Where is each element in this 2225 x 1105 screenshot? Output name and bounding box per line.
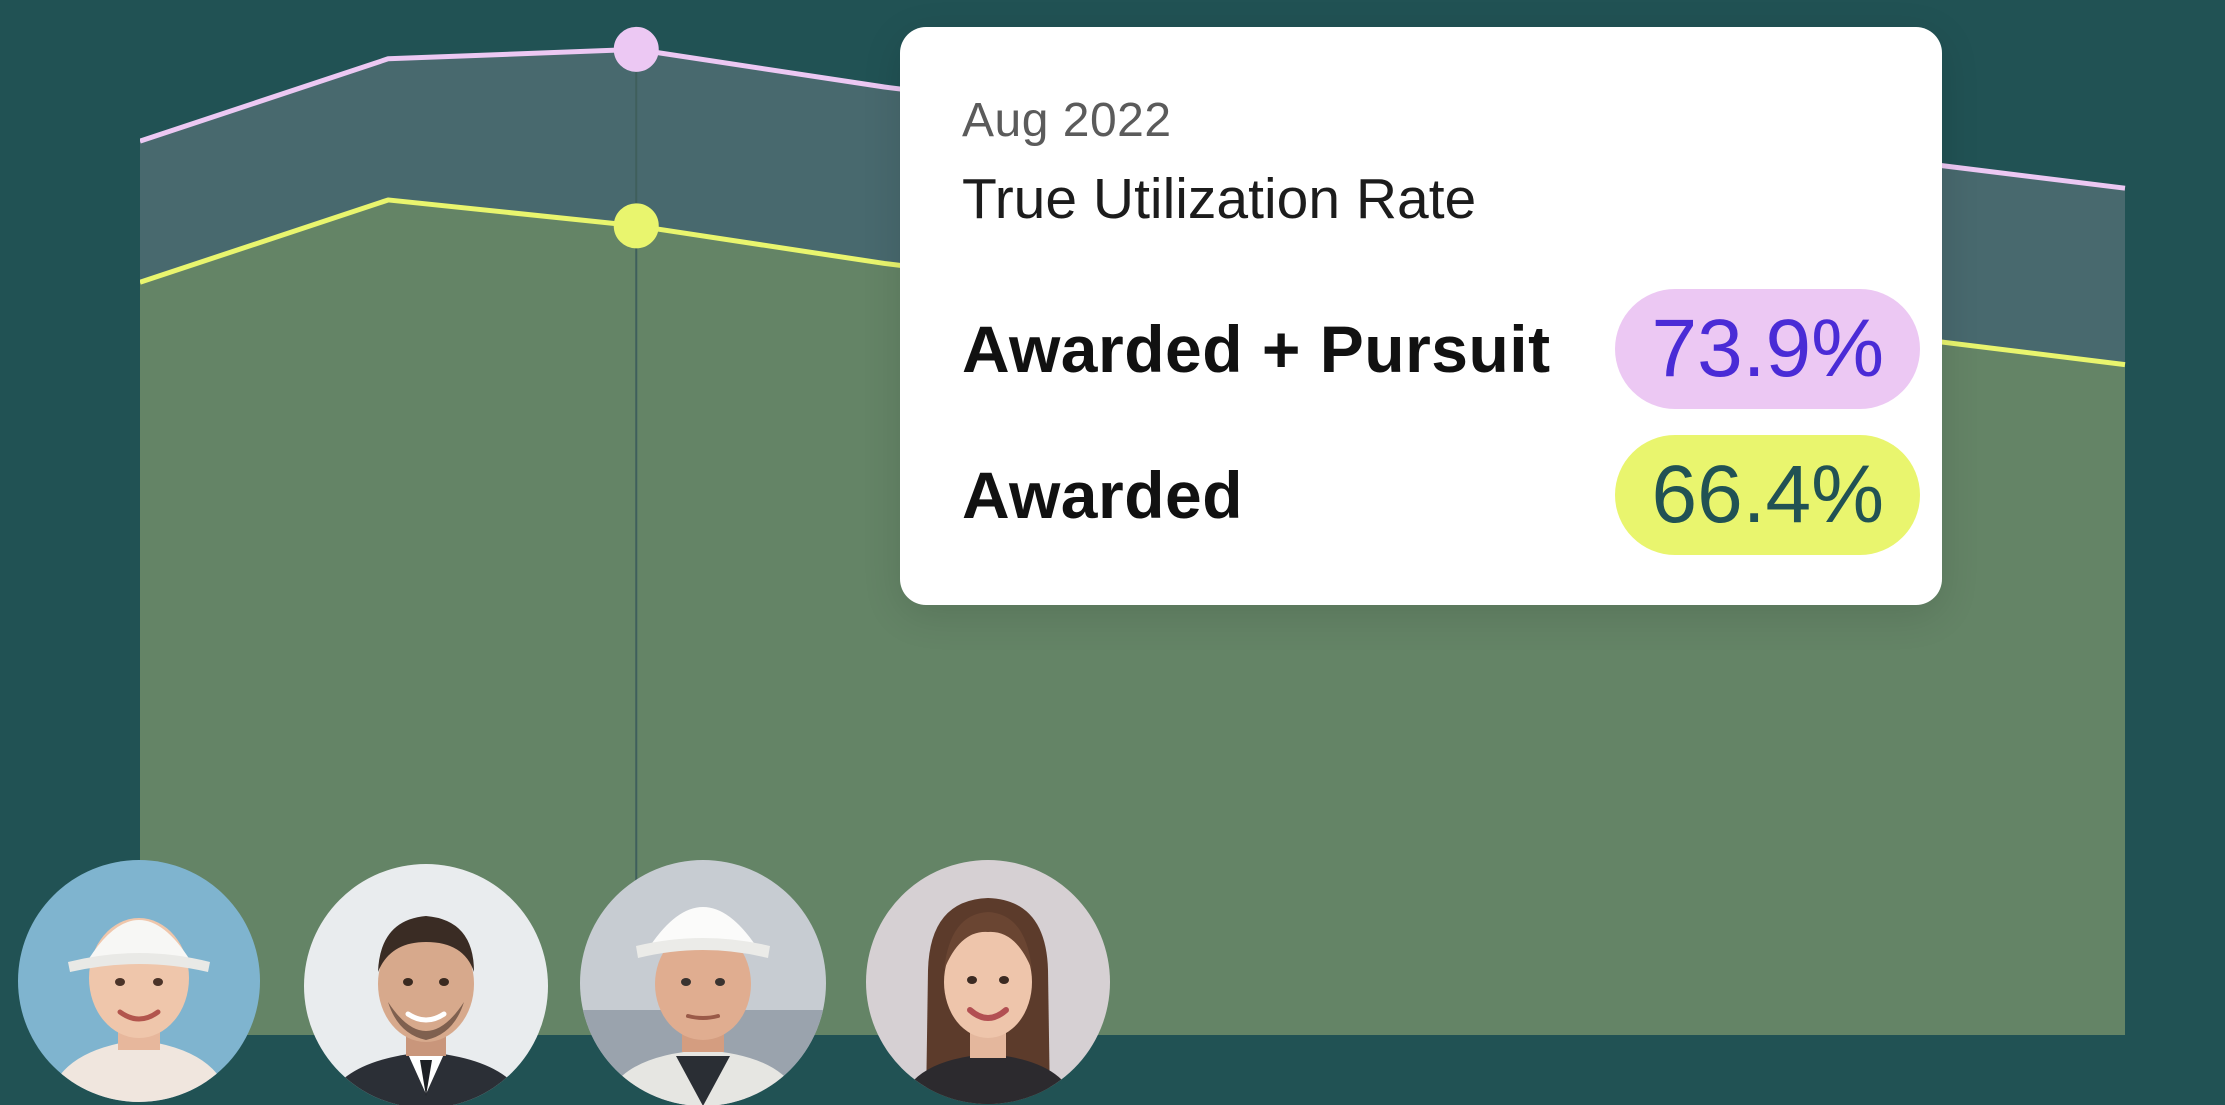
tooltip-row-awarded: Awarded 66.4% — [962, 435, 1920, 555]
tooltip-value-pill: 73.9% — [1615, 289, 1920, 409]
tooltip-period: Aug 2022 — [962, 94, 1172, 147]
tooltip-row-label: Awarded + Pursuit — [962, 312, 1551, 386]
point-awarded-pursuit-2 — [613, 26, 659, 72]
avatar-man-hardhat — [580, 860, 826, 1105]
tooltip-metric: True Utilization Rate — [962, 167, 1477, 231]
avatar-woman — [866, 860, 1110, 1104]
avatar-man-suit — [304, 864, 548, 1105]
tooltip-row-awarded-pursuit: Awarded + Pursuit 73.9% — [962, 289, 1920, 409]
tooltip-row-label: Awarded — [962, 458, 1244, 532]
tooltip-value-pill: 66.4% — [1615, 435, 1920, 555]
avatar-woman-hardhat — [18, 860, 260, 1102]
point-awarded-2 — [613, 203, 659, 249]
chart-stage: Aug 2022 True Utilization Rate Awarded +… — [0, 0, 2225, 1105]
chart-tooltip: Aug 2022 True Utilization Rate Awarded +… — [900, 27, 1942, 605]
